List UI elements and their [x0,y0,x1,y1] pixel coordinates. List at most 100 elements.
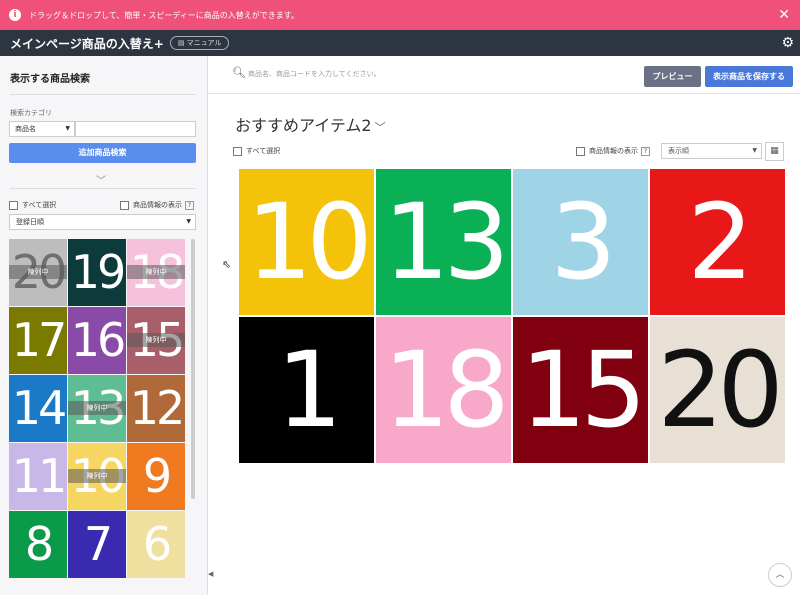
preview-button[interactable]: プレビュー [644,66,701,87]
caret-down-icon: ▼ [65,125,70,132]
product-tile[interactable]: 18陳列中 [127,239,185,306]
product-number: 20 [657,329,783,451]
product-number: 15 [520,329,646,451]
chevron-down-icon[interactable]: ﹀ [96,172,106,187]
show-info-checkbox[interactable]: 商品情報の表示? [120,200,194,210]
product-number: 7 [83,517,113,571]
app-header: メインページ商品の入替え+ ▤ マニュアル ⚙ [0,30,800,56]
product-tile[interactable]: 2 [650,169,785,315]
product-tile[interactable]: 16 [68,307,126,374]
show-info-label: 商品情報の表示 [133,201,182,209]
product-number: 13 [383,181,509,303]
product-tile[interactable]: 11 [9,443,67,510]
checkbox-icon [9,200,18,210]
select-all-checkbox[interactable]: すべて選択 [233,146,280,156]
arranged-badge: 陳列中 [68,401,126,415]
product-number: 19 [70,245,126,299]
banner-message: ドラッグ＆ドロップして、簡単・スピーディーに商品の入替えができます。 [29,10,299,20]
product-tile[interactable]: 19 [68,239,126,306]
section-title: おすすめアイテム2 [235,116,372,135]
product-tile[interactable]: 3 [513,169,648,315]
arranged-badge: 陳列中 [127,265,185,279]
product-tile[interactable]: 15陳列中 [127,307,185,374]
product-number: 14 [11,381,67,435]
scroll-to-top-button[interactable]: ︿ [768,563,792,587]
info-icon: i [9,9,21,21]
product-tile[interactable]: 8 [9,511,67,578]
page-title: メインページ商品の入替え+ [10,36,164,51]
field-select-value: 商品名 [15,125,36,133]
search-input[interactable]: 商品名、商品コードを入力してください。 [248,69,381,79]
product-tile[interactable]: 1 [239,317,374,463]
product-tile[interactable]: 10陳列中 [68,443,126,510]
caret-down-icon: ▼ [186,218,191,225]
product-tile[interactable]: 12 [127,375,185,442]
product-tile[interactable]: 15 [513,317,648,463]
product-tile[interactable]: 17 [9,307,67,374]
product-number: 17 [11,313,67,367]
chevron-down-icon: ﹀ [374,121,386,134]
help-icon[interactable]: ? [641,147,650,156]
chevron-up-icon: ︿ [775,570,785,580]
search-keyword-input[interactable] [75,121,196,137]
product-tile[interactable]: 13陳列中 [68,375,126,442]
add-product-search-button[interactable]: 追加商品検索 [9,143,196,163]
grid-view-icon[interactable]: ▦ [765,142,784,161]
manual-icon: ▤ [177,39,187,47]
divider [10,94,196,95]
product-number: 1 [276,329,342,451]
product-number: 10 [246,181,372,303]
checkbox-icon [233,146,242,156]
show-info-label: 商品情報の表示 [589,147,638,155]
divider [10,188,196,189]
arranged-badge: 陳列中 [127,333,185,347]
category-label: 検索カテゴリ [10,109,52,117]
arranged-badge: 陳列中 [68,469,126,483]
search-icon: 🔍︎ [232,66,246,79]
sidebar-scrollbar[interactable] [191,239,195,499]
product-number: 16 [70,313,126,367]
field-select[interactable]: 商品名 ▼ [9,121,75,137]
product-number: 18 [383,329,509,451]
display-order-select[interactable]: 表示順 ▼ [661,143,762,159]
sort-select[interactable]: 登録日順 ▼ [9,214,196,230]
product-tile[interactable]: 7 [68,511,126,578]
product-tile[interactable]: 20 [650,317,785,463]
caret-down-icon: ▼ [752,147,757,154]
sort-select-value: 登録日順 [16,218,44,226]
checkbox-icon [120,200,129,210]
search-bar: 🔍︎ 商品名、商品コードを入力してください。 プレビュー 表示商品を保存する [208,56,800,94]
product-tile[interactable]: 14 [9,375,67,442]
product-number: 2 [687,181,753,303]
product-number: 3 [550,181,616,303]
product-search-sidebar: 表示する商品検索 検索カテゴリ 商品名 ▼ 追加商品検索 ﹀ すべて選択 商品情… [0,56,208,595]
manual-button[interactable]: ▤ マニュアル [169,36,230,50]
product-tile[interactable]: 6 [127,511,185,578]
product-tile[interactable]: 20陳列中 [9,239,67,306]
section-title-dropdown[interactable]: おすすめアイテム2 ﹀ [235,112,386,136]
product-tile[interactable]: 10 [239,169,374,315]
mouse-cursor-icon: ⇖ [222,258,232,271]
main-panel: 🔍︎ 商品名、商品コードを入力してください。 プレビュー 表示商品を保存する お… [208,56,800,595]
product-number: 8 [24,517,54,571]
select-all-checkbox[interactable]: すべて選択 [9,200,56,210]
product-number: 11 [11,449,67,503]
product-number: 12 [129,381,185,435]
gear-icon[interactable]: ⚙ [781,35,794,51]
checkbox-icon [576,146,585,156]
product-tile[interactable]: 9 [127,443,185,510]
product-tile[interactable]: 13 [376,169,511,315]
display-order-value: 表示順 [668,147,689,155]
notification-banner: i ドラッグ＆ドロップして、簡単・スピーディーに商品の入替えができます。 ✕ [0,0,800,30]
product-tile[interactable]: 18 [376,317,511,463]
show-info-checkbox[interactable]: 商品情報の表示? [576,146,650,156]
help-icon[interactable]: ? [185,201,194,210]
close-icon[interactable]: ✕ [778,7,790,23]
manual-label: マニュアル [186,39,222,47]
save-button[interactable]: 表示商品を保存する [705,66,793,87]
product-number: 6 [142,517,172,571]
select-all-label: すべて選択 [246,147,281,155]
select-all-label: すべて選択 [22,201,57,209]
product-number: 9 [142,449,172,503]
sidebar-title: 表示する商品検索 [10,74,90,85]
